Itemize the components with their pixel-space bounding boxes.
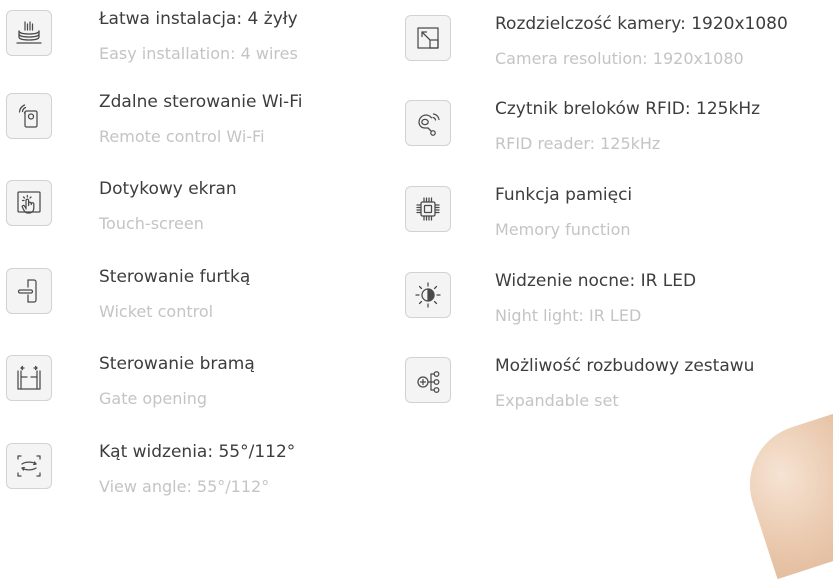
- touch-screen-icon: [6, 180, 52, 226]
- wires-icon: [6, 10, 52, 56]
- feature-label-pl: Kąt widzenia: 55°/112°: [99, 442, 296, 462]
- wifi-remote-icon: [6, 93, 52, 139]
- feature-label-en: RFID reader: 125kHz: [495, 134, 661, 153]
- hand-decoration: [734, 408, 833, 579]
- feature-label-en: Camera resolution: 1920x1080: [495, 49, 744, 68]
- feature-label-pl: Czytnik breloków RFID: 125kHz: [495, 99, 761, 119]
- gate-icon: [6, 355, 52, 401]
- feature-label-en: Night light: IR LED: [495, 306, 642, 325]
- view-angle-icon: [6, 443, 52, 489]
- feature-label-pl: Funkcja pamięci: [495, 185, 633, 205]
- feature-label-pl: Rozdzielczość kamery: 1920x1080: [495, 14, 788, 34]
- feature-label-pl: Widzenie nocne: IR LED: [495, 271, 697, 291]
- feature-label-pl: Sterowanie furtką: [99, 267, 251, 287]
- resolution-icon: [405, 15, 451, 61]
- feature-label-en: Touch-screen: [99, 214, 204, 233]
- feature-label-en: Remote control Wi-Fi: [99, 127, 265, 146]
- door-handle-icon: [6, 268, 52, 314]
- feature-label-pl: Możliwość rozbudowy zestawu: [495, 356, 755, 376]
- feature-label-en: Expandable set: [495, 391, 619, 410]
- feature-label-en: Memory function: [495, 220, 631, 239]
- feature-label-pl: Zdalne sterowanie Wi-Fi: [99, 92, 303, 112]
- memory-chip-icon: [405, 186, 451, 232]
- feature-label-en: Easy installation: 4 wires: [99, 44, 298, 63]
- expandable-icon: [405, 357, 451, 403]
- feature-label-en: Wicket control: [99, 302, 214, 321]
- feature-label-pl: Dotykowy ekran: [99, 179, 237, 199]
- feature-label-pl: Sterowanie bramą: [99, 354, 255, 374]
- night-vision-icon: [405, 272, 451, 318]
- feature-label-pl: Łatwa instalacja: 4 żyły: [99, 9, 298, 29]
- feature-label-en: View angle: 55°/112°: [99, 477, 270, 496]
- feature-label-en: Gate opening: [99, 389, 208, 408]
- rfid-icon: [405, 100, 451, 146]
